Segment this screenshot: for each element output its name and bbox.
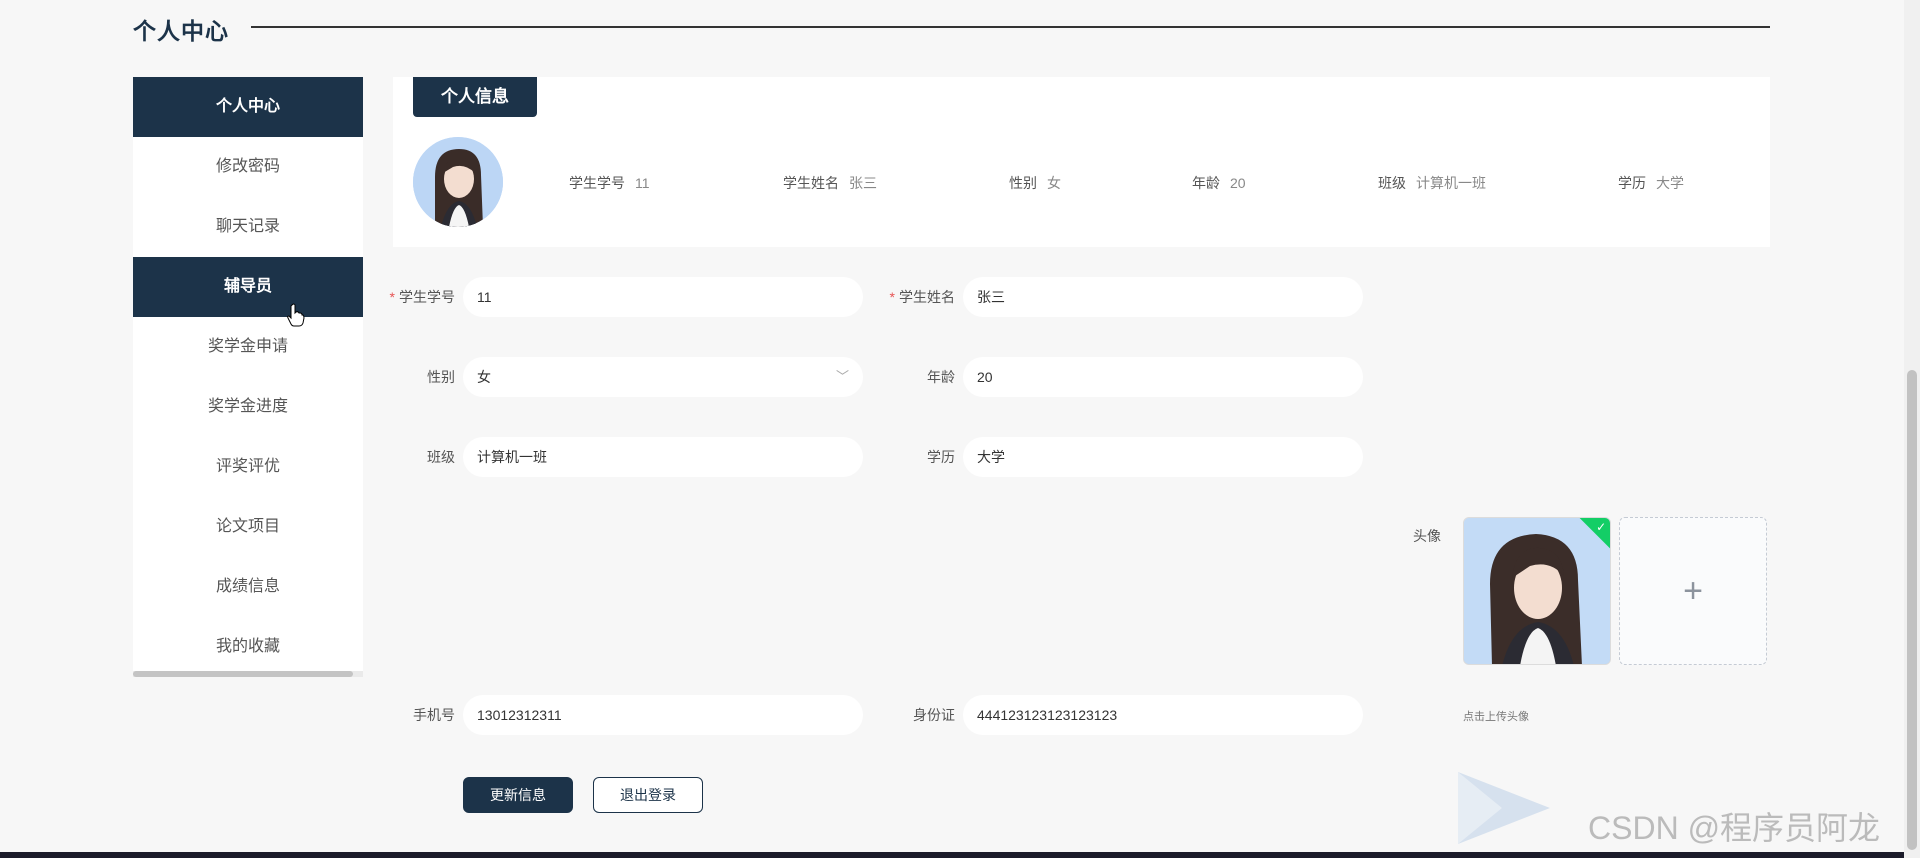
info-student-name-label: 学生姓名 [783, 175, 839, 191]
profile-info-card: 个人信息 学生学号 11 学生姓名 张三 性别女 年龄 20 班级 计算机一班 学历 大学 [393, 77, 1770, 247]
info-gender-value: 女 [1047, 175, 1061, 191]
plus-icon[interactable]: + [1619, 517, 1767, 665]
sidebar-item-awards[interactable]: 评奖评优 [133, 437, 363, 497]
info-student-name: 学生姓名 张三 [783, 173, 877, 193]
logout-button[interactable]: 退出登录 [593, 777, 703, 813]
gender-label: 性别 [427, 369, 455, 385]
gender-select[interactable]: 女 ﹀ [463, 357, 863, 397]
header-divider [251, 26, 1770, 28]
age-field[interactable]: 20 [963, 357, 1363, 397]
sidebar-item-change-password[interactable]: 修改密码 [133, 137, 363, 197]
watermark: CSDN @程序员阿龙 [1588, 810, 1881, 846]
sidebar-item-grades[interactable]: 成绩信息 [133, 557, 363, 617]
avatar-upload-label: 头像 [1413, 528, 1441, 544]
education-field[interactable]: 大学 [963, 437, 1363, 477]
info-student-id-value: 11 [635, 175, 650, 191]
info-student-name-value: 张三 [849, 175, 877, 191]
uploaded-avatar-image[interactable]: ✓ [1463, 517, 1611, 665]
avatar [413, 137, 503, 227]
tab-personal-info[interactable]: 个人信息 [413, 77, 537, 117]
sidebar-item-favorites[interactable]: 我的收藏 [133, 617, 363, 677]
sidebar-item-personal-center[interactable]: 个人中心 [133, 77, 363, 137]
sidebar-scrollbar[interactable] [133, 671, 363, 677]
education-label: 学历 [927, 449, 955, 465]
info-age-value: 20 [1230, 175, 1246, 191]
info-education: 学历 大学 [1618, 173, 1684, 193]
page-header: 个人中心 [133, 10, 1770, 44]
id-card-field[interactable]: 444123123123123123 [963, 695, 1363, 735]
required-mark: * [889, 289, 895, 305]
update-info-button[interactable]: 更新信息 [463, 777, 573, 813]
info-class: 班级 计算机一班 [1378, 173, 1486, 193]
student-id-field[interactable]: 11 [463, 277, 863, 317]
phone-field[interactable]: 13012312311 [463, 695, 863, 735]
info-student-id: 学生学号 11 [569, 173, 650, 193]
sidebar-item-scholarship-progress[interactable]: 奖学金进度 [133, 377, 363, 437]
info-education-value: 大学 [1656, 175, 1684, 191]
sidebar-item-scholarship-apply[interactable]: 奖学金申请 [133, 317, 363, 377]
phone-label: 手机号 [413, 707, 455, 723]
page-scrollbar-thumb[interactable] [1907, 370, 1917, 850]
gender-select-value: 女 [477, 369, 491, 385]
sidebar: 个人中心 修改密码 聊天记录 辅导员 奖学金申请 奖学金进度 评奖评优 论文项目… [133, 77, 363, 677]
class-field[interactable]: 计算机一班 [463, 437, 863, 477]
info-class-value: 计算机一班 [1416, 175, 1486, 191]
sidebar-item-thesis[interactable]: 论文项目 [133, 497, 363, 557]
page-scrollbar[interactable] [1904, 0, 1920, 858]
student-name-label: * 学生姓名 [889, 289, 955, 305]
info-gender-label: 性别 [1009, 175, 1037, 191]
student-id-label: * 学生学号 [389, 289, 455, 305]
required-mark: * [389, 289, 395, 305]
sidebar-scrollbar-thumb[interactable] [133, 671, 353, 677]
hand-pointer-icon [287, 303, 305, 327]
class-label: 班级 [427, 449, 455, 465]
info-age-label: 年龄 [1192, 175, 1220, 191]
info-education-label: 学历 [1618, 175, 1646, 191]
id-card-label: 身份证 [913, 707, 955, 723]
student-name-field[interactable]: 张三 [963, 277, 1363, 317]
page-title: 个人中心 [133, 18, 229, 44]
info-age: 年龄 20 [1192, 173, 1246, 193]
sidebar-item-counselor[interactable]: 辅导员 [133, 257, 363, 317]
info-gender: 性别女 [1009, 173, 1061, 193]
chevron-down-icon[interactable]: ﹀ [836, 357, 849, 397]
sidebar-item-chat-history[interactable]: 聊天记录 [133, 197, 363, 257]
info-student-id-label: 学生学号 [569, 175, 625, 191]
play-logo-icon [1458, 772, 1550, 844]
age-label: 年龄 [927, 369, 955, 385]
taskbar-strip [0, 852, 1904, 858]
avatar-upload-tip: 点击上传头像 [1463, 711, 1529, 723]
info-class-label: 班级 [1378, 175, 1406, 191]
